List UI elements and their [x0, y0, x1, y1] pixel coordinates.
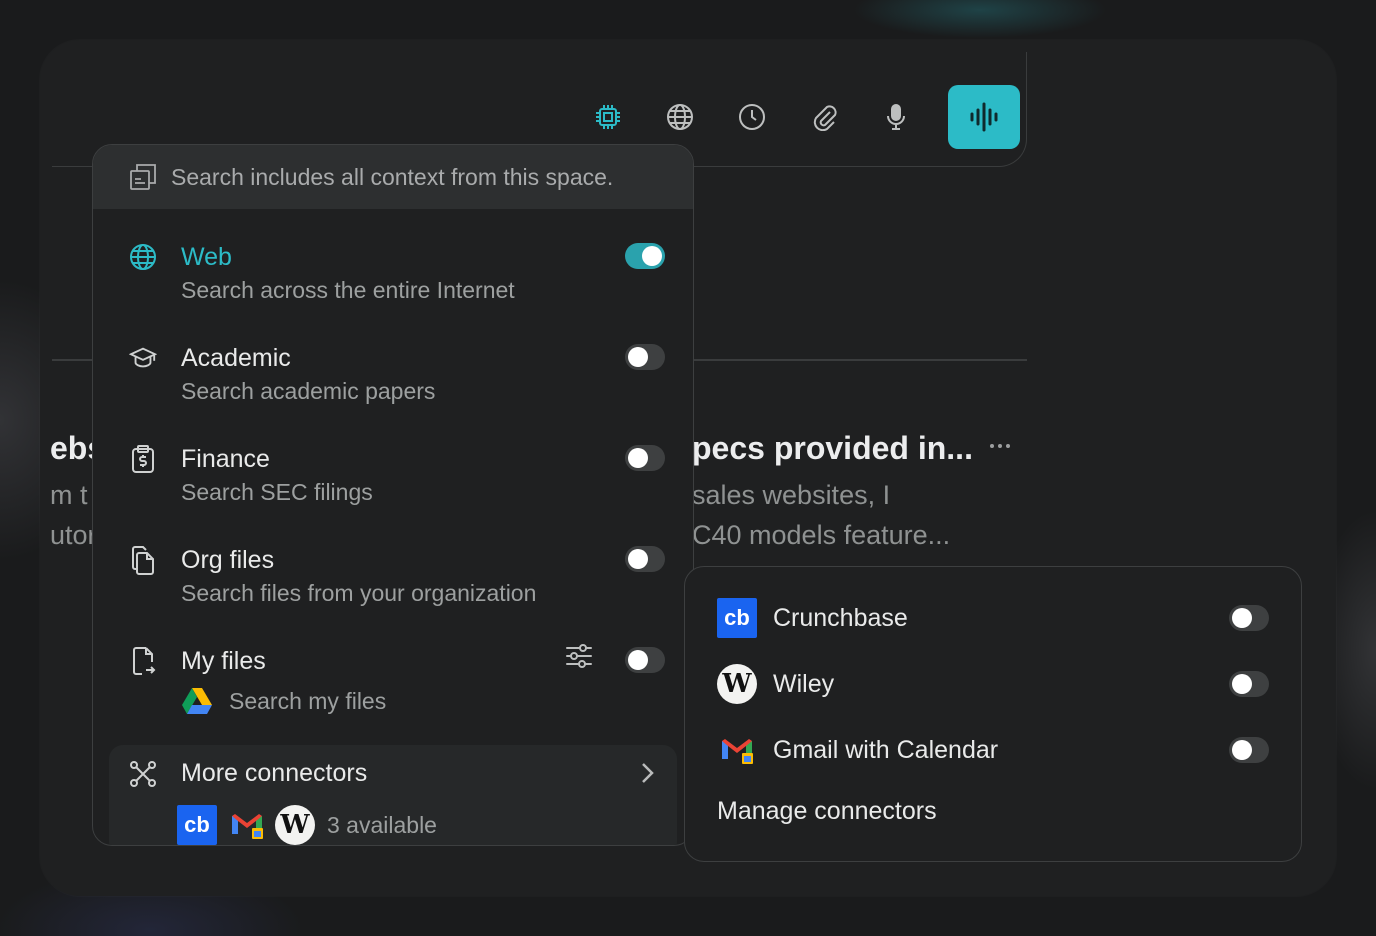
source-title: My files — [181, 646, 266, 675]
bg-card-text-right-2: C40 models feature... — [692, 520, 951, 550]
drive-row: Search my files — [181, 687, 665, 715]
connector-crunchbase[interactable]: cb Crunchbase — [717, 597, 1269, 639]
connector-wiley[interactable]: W Wiley — [717, 663, 1269, 705]
source-description: Search academic papers — [181, 378, 436, 404]
globe-icon[interactable] — [644, 85, 716, 149]
space-context-icon — [130, 164, 156, 190]
connectors-icon — [129, 760, 157, 788]
source-title: Finance — [181, 444, 270, 473]
wiley-logo: W — [275, 805, 315, 845]
org-files-toggle[interactable] — [625, 546, 665, 572]
source-description: Search across the entire Internet — [181, 277, 515, 303]
file-arrow-icon — [129, 647, 157, 675]
finance-toggle[interactable] — [625, 445, 665, 471]
connector-logos: cb W 3 available — [177, 805, 437, 845]
source-description: Search SEC filings — [181, 479, 373, 505]
manage-connectors-link[interactable]: Manage connectors — [717, 797, 937, 826]
gmail-logo — [227, 805, 267, 845]
voice-mode-button[interactable] — [948, 85, 1020, 149]
bg-card-text-left-1: m t — [50, 480, 88, 510]
crunchbase-toggle[interactable] — [1229, 605, 1269, 631]
wiley-logo: W — [717, 664, 757, 704]
gmail-toggle[interactable] — [1229, 737, 1269, 763]
composer-toolbar — [572, 85, 1020, 149]
more-options-icon[interactable] — [988, 434, 1012, 463]
my-files-toggle[interactable] — [625, 647, 665, 673]
google-drive-icon — [182, 688, 212, 714]
bg-card-text-right-1: sales websites, I — [692, 480, 891, 510]
gmail-logo — [717, 730, 757, 770]
bg-card-text-left-2: utor — [50, 520, 97, 550]
connector-label: Wiley — [773, 669, 835, 698]
available-count: 3 available — [327, 811, 437, 838]
dropdown-header-text: Search includes all context from this sp… — [171, 163, 614, 190]
crunchbase-logo: cb — [177, 805, 217, 845]
connector-label: Crunchbase — [773, 603, 908, 632]
bg-card-title-right[interactable]: pecs provided in... — [692, 430, 973, 467]
clipboard-dollar-icon — [129, 445, 157, 473]
source-finance[interactable]: Finance Search SEC filings — [129, 439, 665, 506]
voice-waveform-icon — [970, 102, 998, 132]
connectors-popover: cb Crunchbase W Wiley Gmail with Calenda… — [684, 566, 1302, 862]
source-title: Web — [181, 242, 232, 271]
search-sources-dropdown: Search includes all context from this sp… — [92, 144, 694, 846]
sliders-icon[interactable] — [565, 643, 593, 674]
source-title: Org files — [181, 545, 275, 574]
source-title: Academic — [181, 343, 291, 372]
source-academic[interactable]: Academic Search academic papers — [129, 338, 665, 405]
academic-toggle[interactable] — [625, 344, 665, 370]
crunchbase-logo: cb — [717, 598, 757, 638]
paperclip-icon[interactable] — [788, 85, 860, 149]
files-icon — [129, 546, 157, 575]
spaces-chip-icon[interactable] — [572, 85, 644, 149]
source-org-files[interactable]: Org files Search files from your organiz… — [129, 540, 665, 607]
more-connectors-title: More connectors — [181, 759, 368, 787]
chevron-right-icon — [639, 761, 655, 790]
web-toggle[interactable] — [625, 243, 665, 269]
clock-icon[interactable] — [716, 85, 788, 149]
graduation-cap-icon — [129, 344, 157, 372]
more-connectors-button[interactable]: More connectors cb W 3 available — [109, 745, 677, 845]
source-description: Search files from your organization — [181, 580, 537, 606]
connector-label: Gmail with Calendar — [773, 735, 999, 764]
globe-icon — [129, 243, 157, 271]
source-my-files[interactable]: My files Search my files — [129, 641, 665, 715]
microphone-icon[interactable] — [860, 85, 932, 149]
source-description: Search my files — [229, 687, 387, 714]
source-web[interactable]: Web Search across the entire Internet — [129, 237, 665, 304]
dropdown-header: Search includes all context from this sp… — [93, 145, 693, 209]
connector-gmail[interactable]: Gmail with Calendar — [717, 729, 1269, 771]
wiley-toggle[interactable] — [1229, 671, 1269, 697]
